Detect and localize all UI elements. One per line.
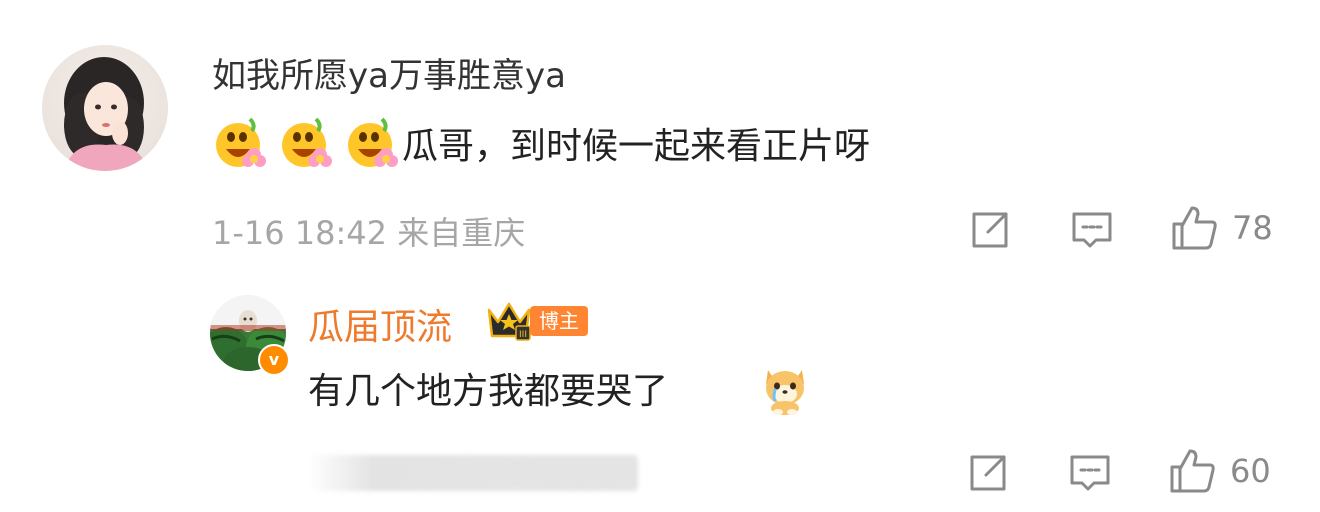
blogger-tag: 博主: [530, 306, 588, 336]
comment-icon: [1068, 451, 1112, 495]
comment-text: 瓜哥，到时候一起来看正片呀: [402, 126, 871, 167]
flower-face-emoji: [212, 115, 268, 171]
like-count: 78: [1232, 209, 1273, 247]
reply-username[interactable]: 瓜届顶流: [308, 298, 452, 350]
commenter-username[interactable]: 如我所愿ya万事胜意ya: [212, 48, 566, 97]
reply-text: 有几个地方我都要哭了: [308, 371, 669, 412]
reply-button[interactable]: [1070, 208, 1114, 252]
like-count: 60: [1230, 452, 1271, 490]
share-icon: [968, 208, 1012, 252]
svg-text:III: III: [519, 330, 527, 340]
crown-icon: III: [486, 300, 532, 342]
share-button[interactable]: [968, 208, 1012, 252]
like-button[interactable]: 78: [1170, 204, 1273, 252]
reply-reply-button[interactable]: [1068, 451, 1112, 495]
like-icon: [1168, 447, 1216, 495]
comment-content: 瓜哥，到时候一起来看正片呀: [212, 115, 870, 171]
comment-timestamp: 1-16 18:42 来自重庆: [212, 214, 526, 252]
like-icon: [1170, 204, 1218, 252]
flower-face-emoji: [344, 115, 400, 171]
crying-dog-emoji: [760, 360, 810, 416]
commenter-avatar[interactable]: [42, 45, 168, 171]
reply-share-button[interactable]: [966, 451, 1010, 495]
reply-meta-blurred: [308, 455, 638, 491]
comment-icon: [1070, 208, 1114, 252]
share-icon: [966, 451, 1010, 495]
flower-face-emoji: [278, 115, 334, 171]
verified-badge: v: [258, 344, 290, 376]
reply-like-button[interactable]: 60: [1168, 447, 1271, 495]
